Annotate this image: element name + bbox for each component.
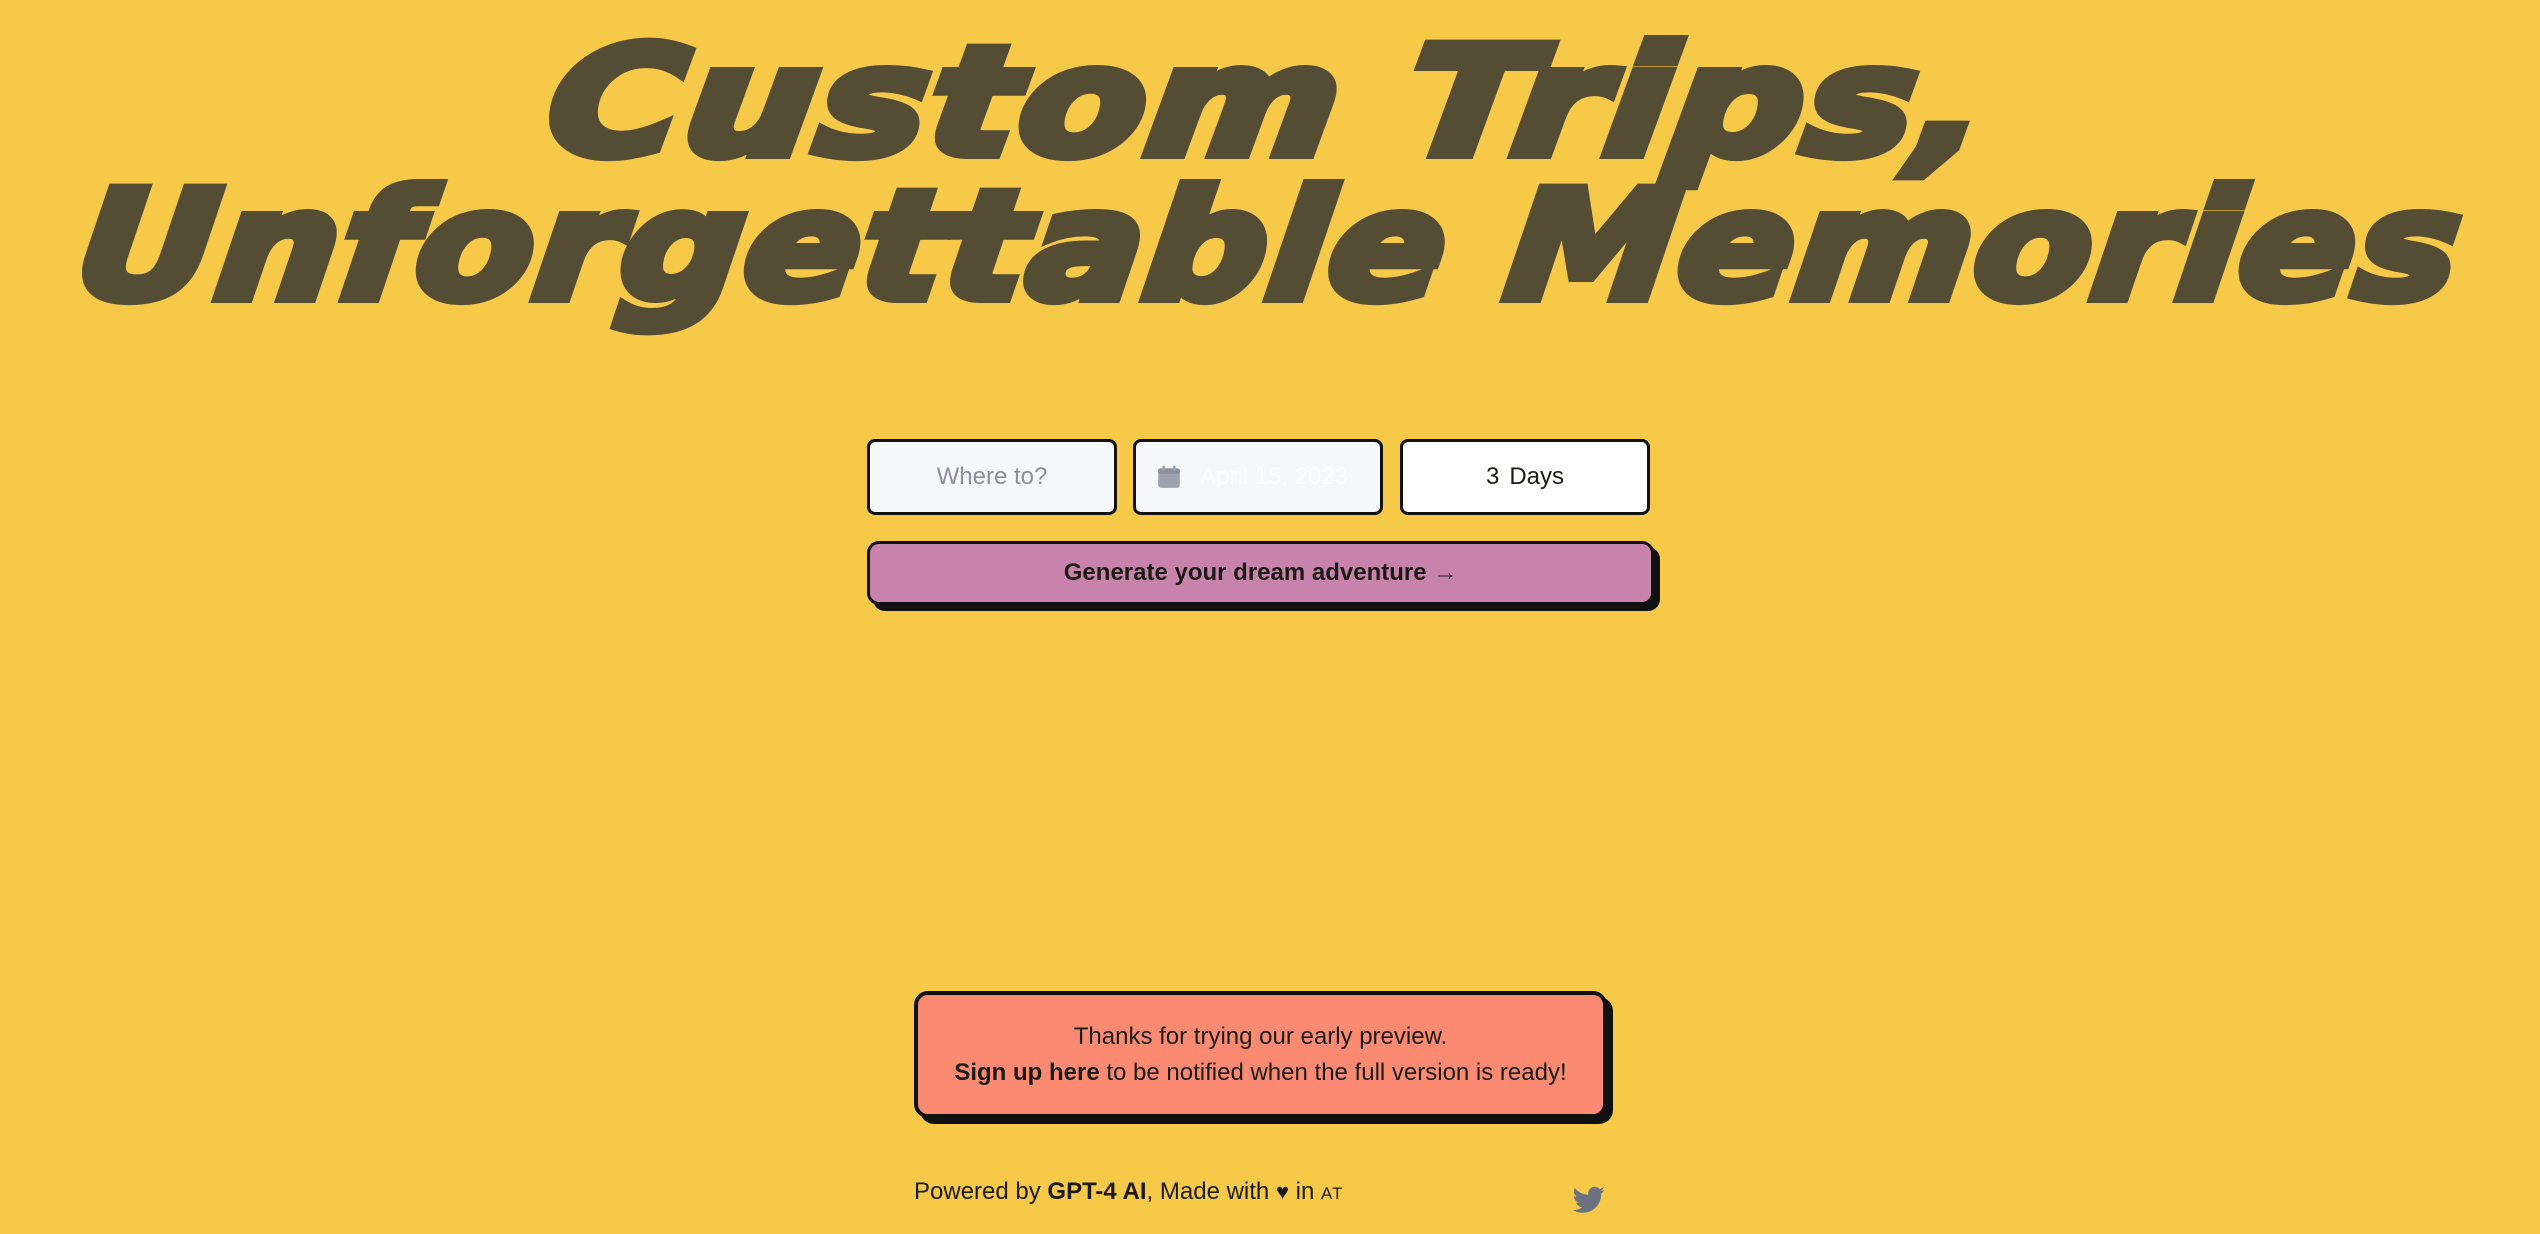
headline-line-2: Unforgettable Memories xyxy=(63,155,2476,340)
headline-line-1: Custom Trips, xyxy=(533,10,2006,195)
calendar-icon xyxy=(1158,465,1180,488)
hero-headline: Custom Trips, Unforgettable Memories xyxy=(0,0,2540,340)
notice-line-2-text: to be notified when the full version is … xyxy=(1099,1058,1567,1086)
notice-line-1: Thanks for trying our early preview. xyxy=(1073,1022,1448,1050)
destination-input[interactable] xyxy=(870,441,1114,513)
days-unit: Days xyxy=(1509,463,1565,490)
footer-in: in xyxy=(1289,1178,1322,1205)
notice-line-2: Sign up here to be notified when the ful… xyxy=(918,1055,1603,1091)
preview-notice: Thanks for trying our early preview. Sig… xyxy=(914,991,1607,1118)
date-field[interactable]: April 15, 2023 xyxy=(1133,439,1383,515)
footer-made-with: , Made with xyxy=(1146,1178,1276,1205)
footer-ai-name: GPT-4 AI xyxy=(1047,1178,1147,1205)
signup-link[interactable]: Sign up here xyxy=(954,1059,1099,1086)
trip-form: April 15, 2023 3 Days Generate your drea… xyxy=(867,439,1654,609)
twitter-link[interactable] xyxy=(1572,1186,1605,1214)
twitter-icon xyxy=(1572,1186,1605,1213)
heart-icon: ♥ xyxy=(1275,1179,1289,1204)
date-value: April 15, 2023 xyxy=(1200,463,1349,490)
generate-adventure-button[interactable]: Generate your dream adventure → xyxy=(867,541,1654,605)
days-value: 3 xyxy=(1485,463,1500,490)
days-field[interactable]: 3 Days xyxy=(1400,439,1650,515)
footer-powered-by: Powered by xyxy=(914,1178,1048,1205)
footer: Powered by GPT-4 AI, Made with ♥ in AT xyxy=(914,1178,1614,1218)
destination-field[interactable] xyxy=(867,439,1117,515)
footer-location: AT xyxy=(1321,1184,1344,1203)
